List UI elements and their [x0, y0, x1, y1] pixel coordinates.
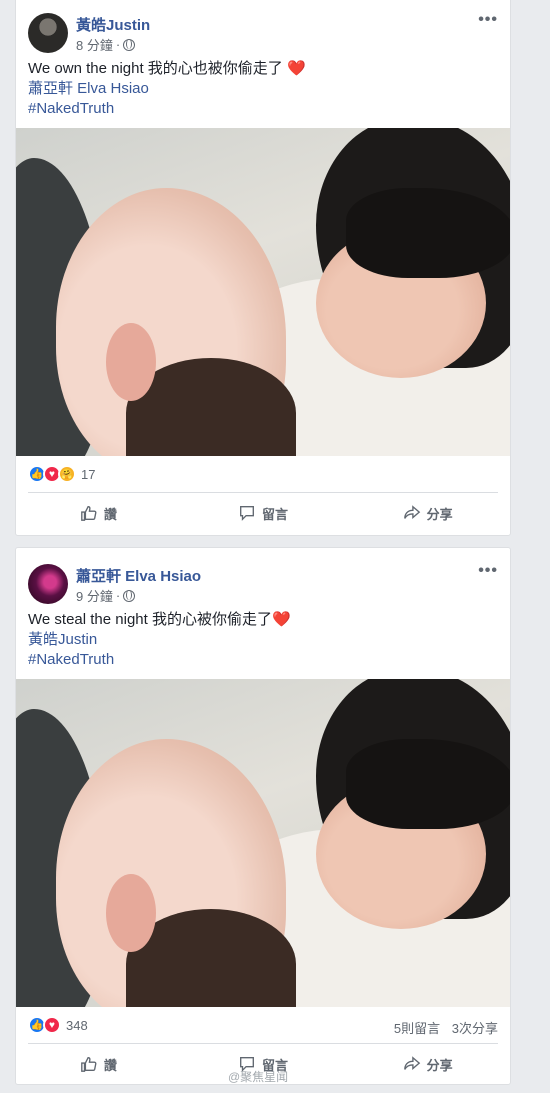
- post-time[interactable]: 8 分鐘: [76, 35, 113, 54]
- separator: ·: [115, 588, 121, 603]
- share-label: 分享: [426, 506, 453, 522]
- care-reaction-icon: 🤗: [58, 465, 76, 483]
- post-text: We own the night 我的心也被你偷走了 ❤️ 蕭亞軒 Elva H…: [16, 55, 510, 119]
- comment-count[interactable]: 5則留言: [394, 1021, 440, 1036]
- share-label: 分享: [426, 1057, 453, 1073]
- globe-icon: [123, 589, 136, 602]
- mention-link[interactable]: 蕭亞軒 Elva Hsiao: [28, 79, 498, 99]
- post-header: 黃皓Justin 8 分鐘 · •••: [16, 0, 510, 55]
- hashtag-link[interactable]: #NakedTruth: [28, 650, 498, 670]
- post-text-line: We steal the night 我的心被你偷走了: [28, 611, 272, 628]
- heart-emoji: ❤️: [286, 60, 306, 77]
- post-meta: 8 分鐘 ·: [76, 35, 136, 54]
- post-card: 黃皓Justin 8 分鐘 · ••• We own the night 我的心…: [15, 0, 511, 536]
- avatar[interactable]: [28, 13, 68, 53]
- more-options-button[interactable]: •••: [478, 11, 498, 29]
- action-bar: 讚 留言 分享: [16, 493, 510, 533]
- post-card: 蕭亞軒 Elva Hsiao 9 分鐘 · ••• We steal the n…: [15, 547, 511, 1085]
- hashtag-link[interactable]: #NakedTruth: [28, 99, 498, 119]
- heart-emoji: ❤️: [271, 611, 291, 628]
- more-options-button[interactable]: •••: [478, 562, 498, 580]
- post-meta: 9 分鐘 ·: [76, 586, 136, 605]
- thumbs-up-icon: [80, 506, 97, 521]
- share-icon: [403, 1056, 420, 1070]
- post-header: 蕭亞軒 Elva Hsiao 9 分鐘 · •••: [16, 548, 510, 606]
- separator: ·: [115, 37, 121, 52]
- share-count[interactable]: 3次分享: [452, 1021, 498, 1036]
- comment-button[interactable]: 留言: [181, 504, 346, 523]
- author-name[interactable]: 蕭亞軒 Elva Hsiao: [76, 565, 201, 586]
- post-text-line: We own the night 我的心也被你偷走了: [28, 60, 283, 77]
- like-label: 讚: [103, 1057, 117, 1073]
- post-photo[interactable]: [16, 679, 510, 1007]
- globe-icon: [123, 38, 136, 51]
- news-feed: 黃皓Justin 8 分鐘 · ••• We own the night 我的心…: [0, 0, 550, 1093]
- post-photo[interactable]: [16, 128, 510, 456]
- comment-icon: [240, 506, 254, 521]
- reaction-count[interactable]: 17: [81, 467, 95, 482]
- thumbs-up-icon: [80, 1057, 97, 1072]
- reaction-count[interactable]: 348: [66, 1018, 88, 1033]
- reaction-summary[interactable]: 👍 ♥ 🤗 17: [16, 456, 510, 492]
- watermark: @聚焦星闻: [228, 1070, 289, 1084]
- mention-link[interactable]: 黃皓Justin: [28, 630, 498, 650]
- share-button[interactable]: 分享: [345, 504, 510, 523]
- love-reaction-icon: ♥: [43, 1016, 61, 1034]
- post-time[interactable]: 9 分鐘: [76, 586, 113, 605]
- avatar[interactable]: [28, 564, 68, 604]
- like-button[interactable]: 讚: [16, 504, 181, 523]
- share-icon: [403, 505, 420, 519]
- author-name[interactable]: 黃皓Justin: [76, 14, 150, 35]
- reaction-summary[interactable]: 👍 ♥ 348 5則留言 3次分享: [16, 1007, 510, 1043]
- comment-label: 留言: [262, 506, 289, 522]
- like-button[interactable]: 讚: [16, 1055, 181, 1074]
- share-button[interactable]: 分享: [345, 1055, 510, 1074]
- like-label: 讚: [103, 506, 117, 522]
- post-text: We steal the night 我的心被你偷走了❤️ 黃皓Justin #…: [16, 606, 510, 670]
